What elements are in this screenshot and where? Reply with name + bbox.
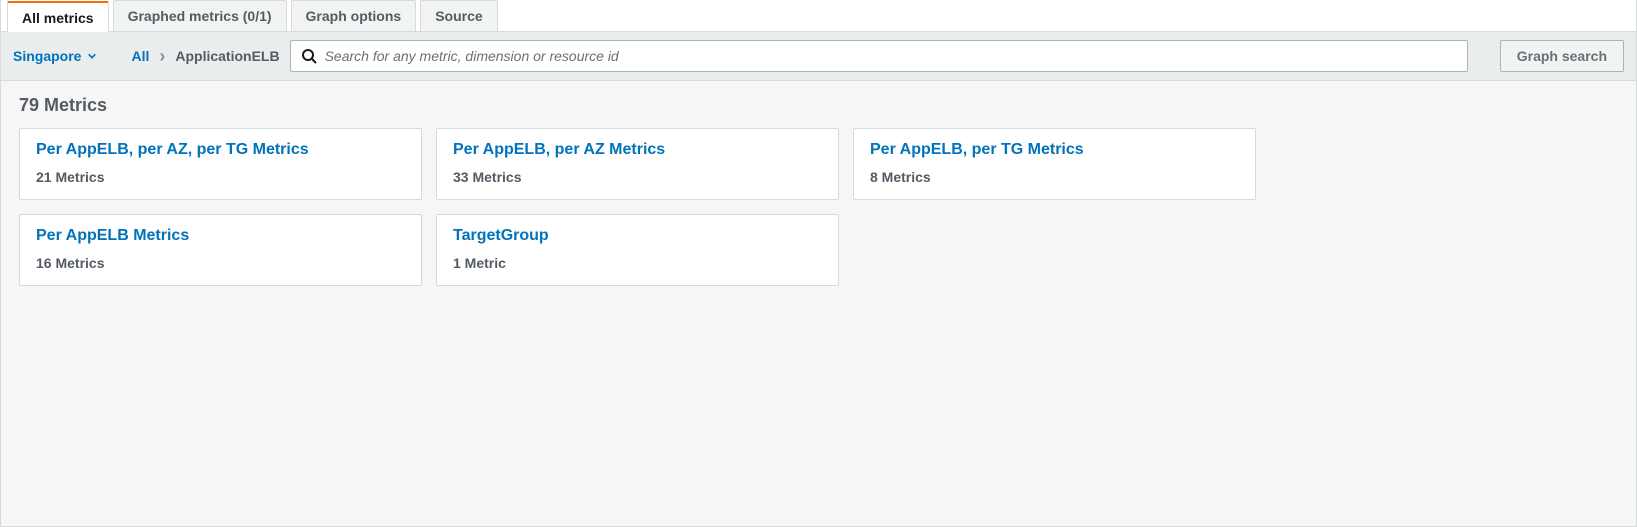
metric-category-title: Per AppELB, per AZ Metrics [453, 141, 822, 159]
metric-category-card[interactable]: Per AppELB Metrics 16 Metrics [19, 214, 422, 286]
tab-all-metrics[interactable]: All metrics [7, 1, 109, 32]
chevron-right-icon: › [159, 47, 165, 65]
metric-category-card[interactable]: Per AppELB, per TG Metrics 8 Metrics [853, 128, 1256, 200]
metric-category-card[interactable]: Per AppELB, per AZ Metrics 33 Metrics [436, 128, 839, 200]
content-area: 79 Metrics Per AppELB, per AZ, per TG Me… [1, 81, 1636, 526]
metric-category-card[interactable]: Per AppELB, per AZ, per TG Metrics 21 Me… [19, 128, 422, 200]
metric-category-title: TargetGroup [453, 227, 822, 245]
metric-category-title: Per AppELB, per AZ, per TG Metrics [36, 141, 405, 159]
metric-category-count: 16 Metrics [36, 255, 405, 271]
breadcrumb-current: ApplicationELB [175, 48, 279, 64]
toolbar: Singapore All › ApplicationELB Graph sea… [1, 32, 1636, 81]
region-label: Singapore [13, 48, 81, 64]
metric-category-card[interactable]: TargetGroup 1 Metric [436, 214, 839, 286]
tab-graphed-metrics[interactable]: Graphed metrics (0/1) [113, 0, 287, 31]
graph-search-button[interactable]: Graph search [1500, 40, 1624, 72]
search-box[interactable] [290, 40, 1468, 72]
metric-category-count: 8 Metrics [870, 169, 1239, 185]
tab-graph-options[interactable]: Graph options [291, 0, 417, 31]
breadcrumb: All › ApplicationELB [131, 47, 279, 65]
metric-category-title: Per AppELB, per TG Metrics [870, 141, 1239, 159]
breadcrumb-all[interactable]: All [131, 48, 149, 64]
metric-category-count: 21 Metrics [36, 169, 405, 185]
search-input[interactable] [325, 48, 1457, 64]
metric-category-count: 1 Metric [453, 255, 822, 271]
region-selector[interactable]: Singapore [13, 48, 97, 64]
metrics-count-heading: 79 Metrics [19, 95, 1618, 116]
metric-category-count: 33 Metrics [453, 169, 822, 185]
tab-bar: All metrics Graphed metrics (0/1) Graph … [1, 0, 1636, 32]
metrics-panel: All metrics Graphed metrics (0/1) Graph … [0, 0, 1637, 527]
tab-source[interactable]: Source [420, 0, 497, 31]
chevron-down-icon [87, 51, 97, 61]
metric-cards-grid: Per AppELB, per AZ, per TG Metrics 21 Me… [19, 128, 1618, 286]
search-icon [301, 48, 317, 64]
metric-category-title: Per AppELB Metrics [36, 227, 405, 245]
